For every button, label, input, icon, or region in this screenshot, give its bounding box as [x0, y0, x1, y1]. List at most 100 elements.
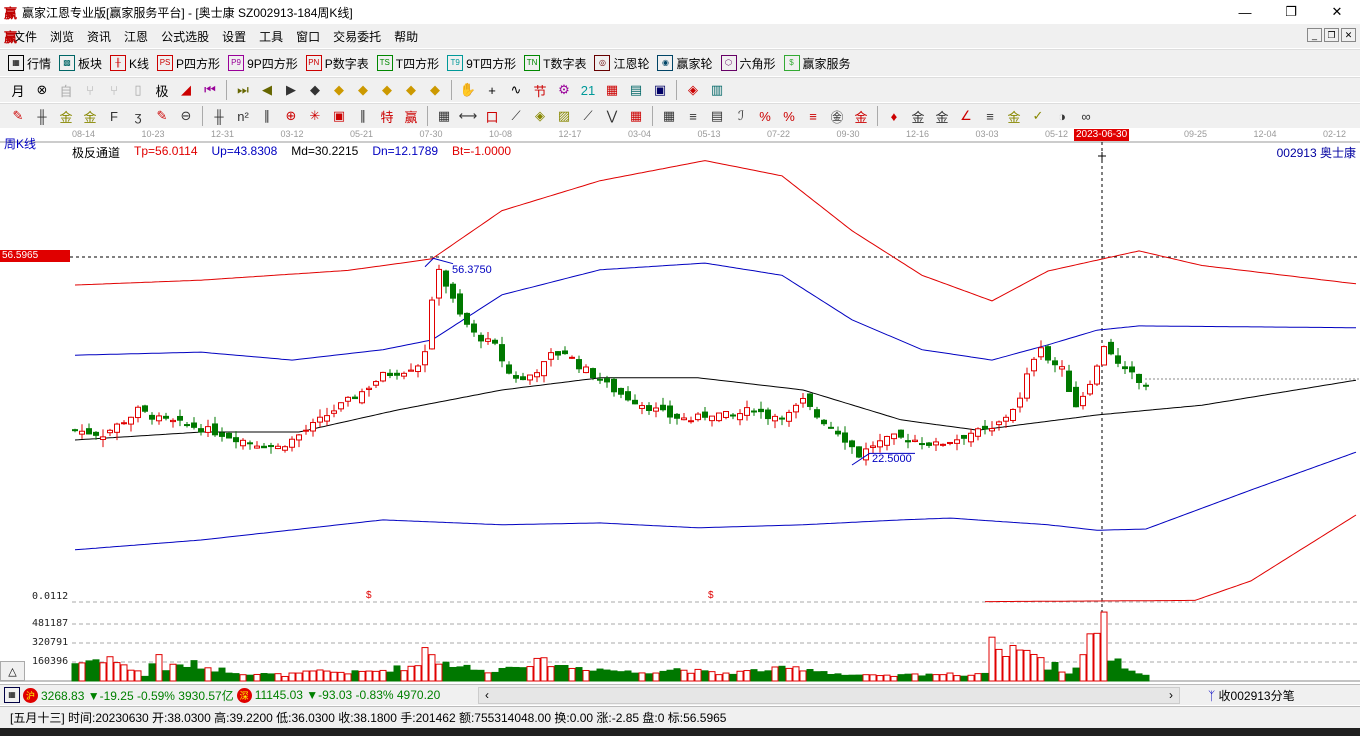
tool-icon[interactable]: ⏭: [233, 80, 253, 100]
expand-panel-button[interactable]: △: [0, 661, 25, 681]
tool-icon[interactable]: 口: [482, 106, 502, 126]
toolbar-button-6[interactable]: TS T四方形: [376, 52, 439, 74]
tool-icon[interactable]: ⊕: [281, 106, 301, 126]
close-button[interactable]: ✕: [1314, 0, 1360, 24]
tool-icon[interactable]: ⊖: [176, 106, 196, 126]
tool-icon[interactable]: ⑂: [104, 80, 124, 100]
tool-icon[interactable]: ✎: [152, 106, 172, 126]
tool-icon[interactable]: ∥: [353, 106, 373, 126]
tool-icon[interactable]: ∥: [257, 106, 277, 126]
tool-icon[interactable]: ◢: [176, 80, 196, 100]
tool-icon[interactable]: ▶: [281, 80, 301, 100]
tool-icon[interactable]: 节: [530, 80, 550, 100]
tool-icon[interactable]: ▣: [329, 106, 349, 126]
tool-icon[interactable]: %: [755, 106, 775, 126]
toolbar-button-4[interactable]: P9 9P四方形: [228, 52, 298, 74]
quote-table-icon[interactable]: ▦: [4, 687, 20, 703]
toolbar-button-0[interactable]: ▦ 行情: [8, 52, 51, 74]
tool-icon[interactable]: 金: [1004, 106, 1024, 126]
menu-news[interactable]: 资讯: [87, 28, 111, 45]
tool-icon[interactable]: 自: [56, 80, 76, 100]
tool-icon[interactable]: 金: [56, 106, 76, 126]
tool-icon[interactable]: ∿: [506, 80, 526, 100]
tool-icon[interactable]: ▦: [434, 106, 454, 126]
tool-icon[interactable]: ▦: [602, 80, 622, 100]
tool-icon[interactable]: ◆: [401, 80, 421, 100]
tool-icon[interactable]: ✳: [305, 106, 325, 126]
tool-icon[interactable]: +: [482, 80, 502, 100]
toolbar-button-8[interactable]: TN T数字表: [524, 52, 586, 74]
tool-icon[interactable]: ◆: [305, 80, 325, 100]
tool-icon[interactable]: ♦: [884, 106, 904, 126]
tool-icon[interactable]: ◆: [353, 80, 373, 100]
tool-icon[interactable]: 金: [851, 106, 871, 126]
tool-icon[interactable]: ℐ: [731, 106, 751, 126]
tool-icon[interactable]: F: [104, 106, 124, 126]
tool-icon[interactable]: ▥: [707, 80, 727, 100]
tool-icon[interactable]: ✋: [458, 80, 478, 100]
tool-icon[interactable]: ≡: [683, 106, 703, 126]
kline-chart[interactable]: 08-14 10-23 12-31 03-12 05-21 07-30 10-08 12-17…: [0, 128, 1360, 682]
tool-icon[interactable]: ◈: [530, 106, 550, 126]
menu-help[interactable]: 帮助: [394, 28, 418, 45]
menu-settings[interactable]: 设置: [222, 28, 246, 45]
tool-icon[interactable]: 金: [80, 106, 100, 126]
tool-icon[interactable]: ㊎: [827, 106, 847, 126]
mdi-close-button[interactable]: ✕: [1341, 28, 1356, 42]
tool-icon[interactable]: ⊗: [32, 80, 52, 100]
toolbar-button-11[interactable]: ⬡ 六角形: [720, 52, 776, 74]
tool-icon[interactable]: ⏮: [200, 80, 220, 100]
menu-window[interactable]: 窗口: [296, 28, 320, 45]
tool-icon[interactable]: ∠: [956, 106, 976, 126]
tool-icon[interactable]: ▣: [650, 80, 670, 100]
toolbar-button-10[interactable]: ◉ 赢家轮: [657, 52, 713, 74]
toolbar-button-2[interactable]: ╫ K线: [110, 52, 149, 74]
tool-icon[interactable]: 极: [152, 80, 172, 100]
tool-icon[interactable]: ▦: [659, 106, 679, 126]
scroll-right-button[interactable]: ›: [1169, 688, 1173, 702]
tool-icon[interactable]: 金: [908, 106, 928, 126]
tool-icon[interactable]: ⟋: [506, 106, 526, 126]
tool-icon[interactable]: ⟋: [578, 106, 598, 126]
mdi-minimize-button[interactable]: _: [1307, 28, 1322, 42]
tool-icon[interactable]: ⑂: [80, 80, 100, 100]
maximize-button[interactable]: ❐: [1268, 0, 1314, 24]
tool-icon[interactable]: ◈: [683, 80, 703, 100]
tool-icon[interactable]: ≡: [803, 106, 823, 126]
menu-formula[interactable]: 公式选股: [161, 28, 209, 45]
tool-icon[interactable]: ʒ: [128, 106, 148, 126]
toolbar-button-7[interactable]: T9 9T四方形: [447, 52, 516, 74]
tick-data-link[interactable]: ᛉ 收002913分笔: [1208, 687, 1295, 704]
tool-icon[interactable]: 21: [578, 80, 598, 100]
toolbar-button-12[interactable]: $ 赢家服务: [783, 52, 851, 74]
menu-tools[interactable]: 工具: [259, 28, 283, 45]
tool-icon[interactable]: ⚙: [554, 80, 574, 100]
tool-icon[interactable]: 特: [377, 106, 397, 126]
toolbar-button-5[interactable]: PN P数字表: [305, 52, 369, 74]
tool-icon[interactable]: ◆: [377, 80, 397, 100]
menu-browse[interactable]: 浏览: [50, 28, 74, 45]
tool-icon[interactable]: ▤: [707, 106, 727, 126]
tool-icon[interactable]: ▯: [128, 80, 148, 100]
chart-canvas[interactable]: [0, 128, 1360, 682]
minimize-button[interactable]: —: [1222, 0, 1268, 24]
horizontal-scrollbar[interactable]: ‹ ›: [478, 687, 1180, 704]
mdi-restore-button[interactable]: ❐: [1324, 28, 1339, 42]
tool-icon[interactable]: ▨: [554, 106, 574, 126]
tool-icon[interactable]: ◆: [425, 80, 445, 100]
tool-icon[interactable]: ∞: [1076, 106, 1096, 126]
tool-icon[interactable]: ▤: [626, 80, 646, 100]
toolbar-button-3[interactable]: PS P四方形: [157, 52, 220, 74]
tool-icon[interactable]: ✓: [1028, 106, 1048, 126]
tool-icon[interactable]: ▦: [626, 106, 646, 126]
tool-icon[interactable]: ✎: [8, 106, 28, 126]
tool-icon[interactable]: ◑: [1052, 106, 1072, 126]
tool-icon[interactable]: %: [779, 106, 799, 126]
scroll-left-button[interactable]: ‹: [485, 688, 489, 702]
tool-icon[interactable]: ╫: [32, 106, 52, 126]
tool-icon[interactable]: 金: [932, 106, 952, 126]
tool-icon[interactable]: ⋁: [602, 106, 622, 126]
tool-icon[interactable]: ⟷: [458, 106, 478, 126]
tool-icon[interactable]: ◀: [257, 80, 277, 100]
toolbar-button-9[interactable]: ◎ 江恩轮: [594, 52, 649, 74]
